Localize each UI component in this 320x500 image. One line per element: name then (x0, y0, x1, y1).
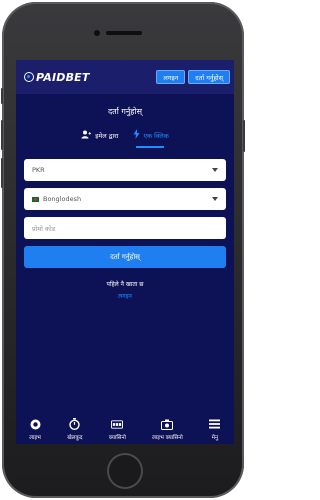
phone-frame: PAID BET लगइन दर्ता गर्नुहोस् दर्ता गर्नु… (1, 2, 245, 498)
page-title: दर्ता गर्नुहोस् (107, 107, 143, 116)
logo-prefix: PAID (36, 70, 66, 84)
mute-switch (1, 88, 3, 104)
chevron-down-icon (212, 197, 218, 201)
earpiece-speaker (106, 31, 142, 35)
logo-mark-icon (24, 72, 34, 82)
header-actions: लगइन दर्ता गर्नुहोस् (156, 70, 230, 84)
live-casino-icon (161, 418, 174, 430)
live-icon (29, 418, 41, 430)
tab-by-email[interactable]: इमेल द्वारा (81, 127, 119, 143)
chevron-down-icon (212, 168, 218, 172)
volume-up-button (1, 120, 3, 150)
register-button[interactable]: दर्ता गर्नुहोस् (188, 70, 230, 84)
bangladesh-flag-icon (32, 196, 39, 202)
user-add-icon (81, 130, 92, 141)
front-camera (94, 30, 100, 36)
volume-down-button (1, 158, 3, 188)
country-value: Bonglodesh (43, 195, 82, 203)
paidbet-logo[interactable]: PAID BET (24, 71, 90, 84)
casino-icon (111, 418, 124, 430)
login-button[interactable]: लगइन (156, 70, 186, 84)
promo-code-input[interactable]: प्रोमो कोड (24, 217, 226, 239)
registration-form: PKR Bonglodesh प्रोमो कोड दर्ता गर्नुहोस… (16, 159, 234, 268)
menu-icon (209, 418, 221, 430)
nav-item-label: मेनु (211, 435, 219, 441)
app-screen: PAID BET लगइन दर्ता गर्नुहोस् दर्ता गर्नु… (16, 60, 234, 444)
stopwatch-icon (69, 418, 81, 430)
nav-item-casino[interactable]: क्यासिनो (109, 418, 126, 441)
nav-item-label: लाइभ (29, 435, 41, 441)
login-link[interactable]: लगइन (16, 292, 234, 300)
nav-item-menu[interactable]: मेनु (209, 418, 221, 441)
already-have-account-text: पहिले नै खाता छ (106, 281, 144, 288)
nav-item-label: खेलकुद (67, 435, 83, 441)
registration-tabs: इमेल द्वारा एक क्लिक (16, 127, 234, 148)
country-select-content: Bonglodesh (32, 195, 81, 203)
currency-value: PKR (32, 166, 45, 174)
bottom-navigation: लाइभ खेलकुद क्यासिनो लाइभ क्यासिनो मेनु (16, 410, 234, 444)
nav-item-live-casino[interactable]: लाइभ क्यासिनो (152, 418, 183, 441)
tab-by-email-label: इमेल द्वारा (95, 131, 119, 140)
app-header: PAID BET लगइन दर्ता गर्नुहोस् (16, 60, 234, 94)
active-tab-indicator (136, 146, 164, 148)
tab-one-click-label: एक क्लिक (143, 131, 169, 140)
power-button (243, 120, 245, 152)
nav-item-sports[interactable]: खेलकुद (67, 418, 83, 441)
home-button[interactable] (107, 453, 143, 489)
nav-item-label: लाइभ क्यासिनो (152, 435, 183, 441)
register-submit-button[interactable]: दर्ता गर्नुहोस् (24, 246, 226, 268)
nav-item-label: क्यासिनो (108, 435, 126, 441)
country-select[interactable]: Bonglodesh (24, 188, 226, 210)
tab-one-click[interactable]: एक क्लिक (133, 127, 169, 143)
currency-select[interactable]: PKR (24, 159, 226, 181)
lightning-icon (133, 129, 140, 141)
nav-item-live[interactable]: लाइभ (29, 418, 41, 441)
logo-suffix: BET (65, 70, 90, 84)
promo-code-placeholder: प्रोमो कोड (32, 224, 56, 233)
